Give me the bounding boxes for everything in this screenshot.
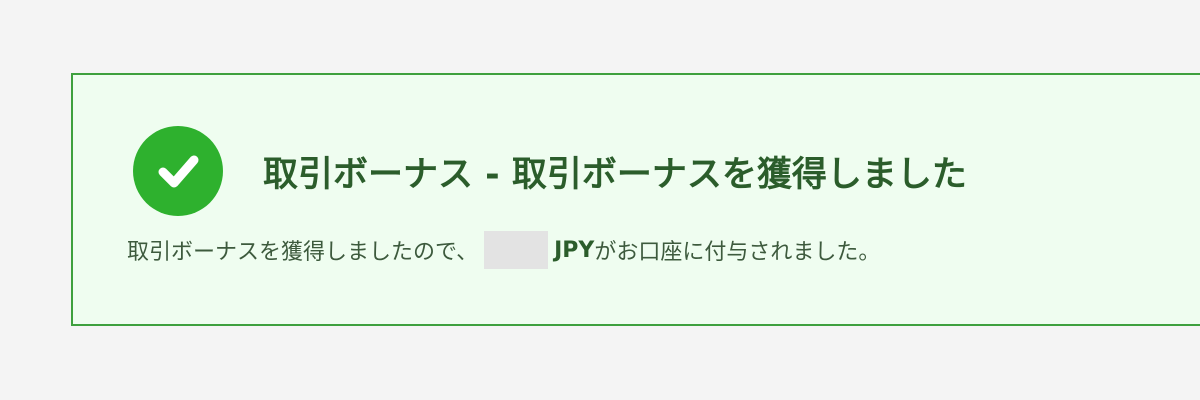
check-circle-icon [133,126,223,216]
success-alert: 取引ボーナス - 取引ボーナスを獲得しました 取引ボーナスを獲得しましたので、 … [71,73,1200,326]
message-prefix: 取引ボーナスを獲得しましたので、 [127,240,479,265]
bonus-amount [484,231,549,269]
message-suffix: がお口座に付与されました。 [594,240,881,265]
alert-header: 取引ボーナス - 取引ボーナスを獲得しました [133,125,967,217]
alert-message: 取引ボーナスを獲得しましたので、 JPY がお口座に付与されました。 [127,230,880,270]
currency-code: JPY [554,237,595,263]
alert-title: 取引ボーナス - 取引ボーナスを獲得しました [263,154,967,195]
